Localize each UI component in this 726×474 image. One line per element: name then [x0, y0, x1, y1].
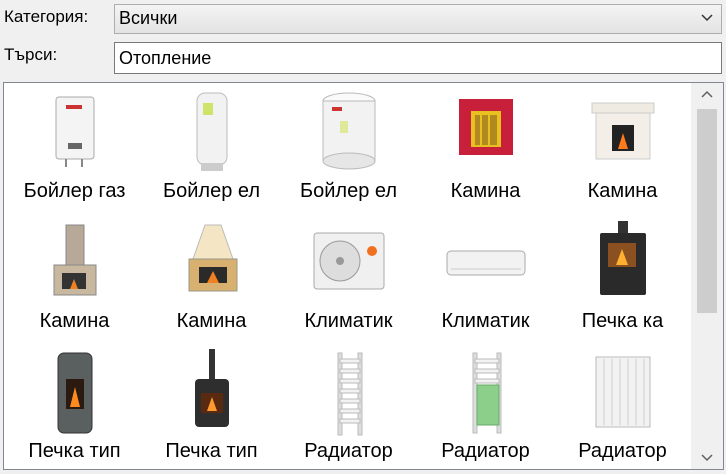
catalog-item-label: Печка ка — [581, 310, 664, 332]
search-label: Търси: — [4, 45, 58, 64]
towel-radiator-icon — [300, 347, 397, 441]
category-value: Всички — [119, 8, 178, 28]
catalog-item[interactable]: Климатик — [280, 217, 417, 347]
catalog-item-label: Климатик — [441, 310, 530, 332]
catalog-item-label: Радиатор — [578, 440, 667, 462]
catalog-item-label: Климатик — [304, 310, 393, 332]
electric-boiler-icon — [163, 87, 260, 181]
tall-stove-icon — [26, 347, 123, 441]
towel-radiator-green-icon — [437, 347, 534, 441]
catalog-item-label: Камина — [450, 180, 521, 202]
catalog-item-label: Печка тип — [165, 440, 258, 462]
ac-outdoor-unit-icon — [300, 217, 397, 311]
catalog-item[interactable]: Печка тип — [143, 347, 280, 469]
catalog-item-label: Радиатор — [441, 440, 530, 462]
catalog-item[interactable]: Печка ка — [554, 217, 691, 347]
scroll-up-button[interactable] — [691, 83, 723, 105]
ac-indoor-unit-icon — [437, 217, 534, 311]
category-label: Категория: — [4, 7, 89, 26]
furniture-catalog-list[interactable]: Бойлер газ Бойлер ел Бойлер ел Камина Камина… — [3, 82, 724, 470]
round-boiler-icon — [300, 87, 397, 181]
catalog-item[interactable]: Камина — [417, 87, 554, 217]
pipe-stove-icon — [163, 347, 260, 441]
white-fireplace-icon — [574, 87, 671, 181]
catalog-item-label: Камина — [587, 180, 658, 202]
scroll-down-button[interactable] — [691, 447, 723, 469]
catalog-item[interactable]: Радиатор — [554, 347, 691, 469]
catalog-item[interactable]: Бойлер ел — [280, 87, 417, 217]
category-dropdown[interactable]: Всички — [114, 4, 722, 34]
catalog-item[interactable]: Бойлер ел — [143, 87, 280, 217]
catalog-item[interactable]: Печка тип — [6, 347, 143, 469]
catalog-item-label: Печка тип — [28, 440, 121, 462]
red-fireplace-icon — [437, 87, 534, 181]
catalog-item[interactable]: Бойлер газ — [6, 87, 143, 217]
catalog-item[interactable]: Радиатор — [280, 347, 417, 469]
catalog-item[interactable]: Камина — [554, 87, 691, 217]
chevron-up-icon — [701, 90, 713, 98]
chevron-down-icon — [701, 14, 713, 22]
catalog-item-label: Бойлер ел — [299, 180, 398, 202]
catalog-item[interactable]: Радиатор — [417, 347, 554, 469]
black-stove-icon — [574, 217, 671, 311]
scrollbar-thumb[interactable] — [697, 109, 717, 313]
chevron-down-icon — [701, 454, 713, 462]
catalog-item-label: Радиатор — [304, 440, 393, 462]
catalog-item[interactable]: Камина — [6, 217, 143, 347]
vertical-scrollbar[interactable] — [691, 83, 723, 469]
catalog-item-label: Бойлер газ — [23, 180, 126, 202]
stone-fireplace-icon — [26, 217, 123, 311]
catalog-item-label: Камина — [176, 310, 247, 332]
corner-fireplace-icon — [163, 217, 260, 311]
panel-radiator-icon — [574, 347, 671, 441]
catalog-item-label: Камина — [39, 310, 110, 332]
search-input[interactable] — [114, 42, 722, 74]
catalog-item-label: Бойлер ел — [162, 180, 261, 202]
catalog-item[interactable]: Камина — [143, 217, 280, 347]
gas-boiler-icon — [26, 87, 123, 181]
catalog-item[interactable]: Климатик — [417, 217, 554, 347]
